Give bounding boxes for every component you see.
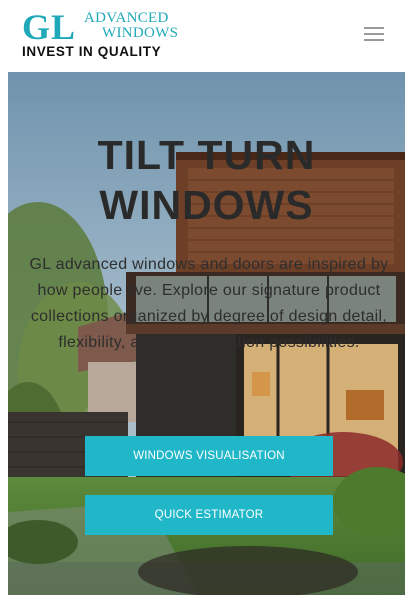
- logo-tagline: INVEST IN QUALITY: [22, 44, 162, 59]
- hero-description: GL advanced windows and doors are inspir…: [29, 256, 389, 351]
- hero-section: TILT TURN WINDOWS GL advanced windows an…: [8, 72, 405, 595]
- hero-title: TILT TURN WINDOWS: [8, 130, 405, 230]
- logo-initials: GL: [22, 7, 77, 47]
- quick-estimator-button[interactable]: QUICK ESTIMATOR: [85, 495, 333, 535]
- hamburger-menu-icon[interactable]: [364, 27, 384, 43]
- windows-visualisation-button[interactable]: WINDOWS VISUALISATION: [85, 436, 333, 476]
- hamburger-bar: [364, 27, 384, 29]
- site-header: GL ADVANCED WINDOWS INVEST IN QUALITY: [0, 0, 405, 72]
- hamburger-bar: [364, 33, 384, 35]
- hero-title-line-1: TILT TURN: [97, 132, 316, 178]
- logo-line-advanced: ADVANCED: [84, 10, 169, 26]
- logo-line-windows: WINDOWS: [102, 25, 179, 41]
- hamburger-bar: [364, 39, 384, 41]
- logo[interactable]: GL ADVANCED WINDOWS INVEST IN QUALITY: [22, 7, 192, 60]
- hero-title-line-2: WINDOWS: [99, 182, 314, 228]
